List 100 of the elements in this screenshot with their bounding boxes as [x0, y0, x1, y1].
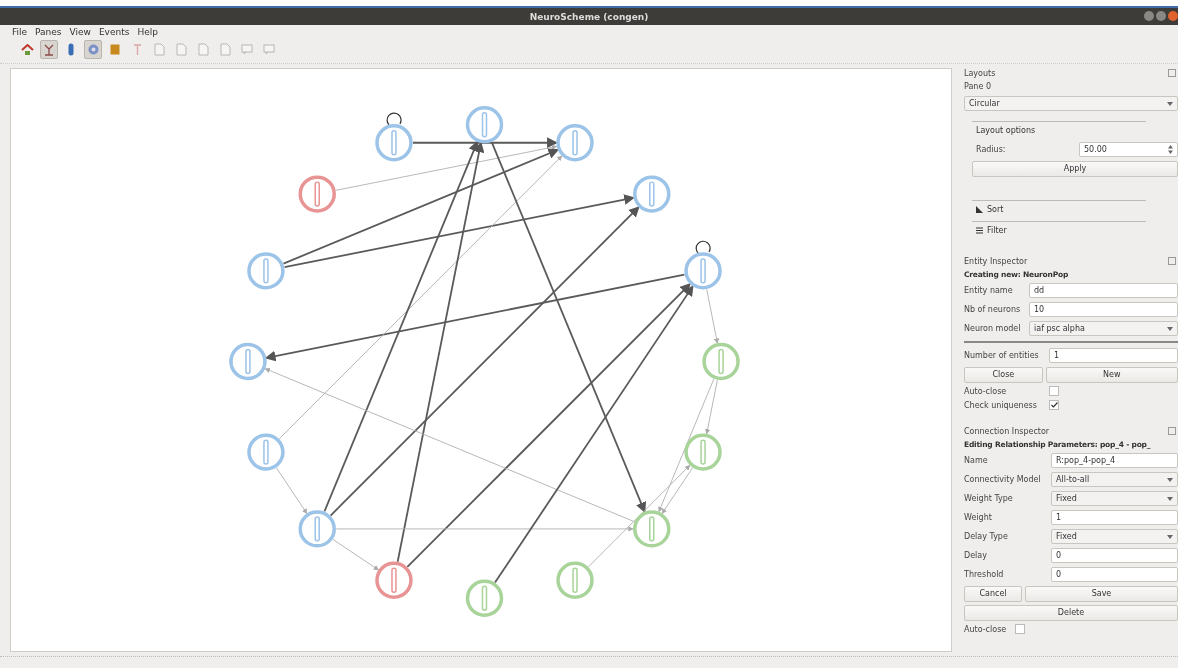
menu-item[interactable]: File — [12, 27, 28, 37]
square-icon — [110, 44, 120, 55]
field-label: Number of entities — [964, 351, 1040, 360]
neuron-node[interactable] — [465, 579, 504, 617]
neuron-node[interactable] — [684, 240, 722, 290]
panel-title: Entity Inspector — [964, 256, 1028, 266]
dropdown-value: All-to-all — [1056, 475, 1090, 484]
field-label: Connectivity Model — [964, 475, 1042, 484]
checkbox[interactable] — [1049, 386, 1059, 396]
menu-item[interactable]: View — [69, 27, 91, 37]
field-label: Nb of neurons — [964, 305, 1022, 314]
pin-icon — [132, 43, 142, 56]
neuron-node[interactable] — [633, 175, 671, 213]
neuron-node[interactable] — [556, 124, 594, 162]
neuron-node[interactable] — [229, 342, 267, 381]
neuron-node[interactable] — [702, 342, 740, 381]
checkbox-label: Auto-close — [964, 624, 1008, 634]
checkbox-label: Auto-close — [964, 386, 1008, 396]
spin-box[interactable]: 50.00 — [1079, 142, 1178, 157]
float-button[interactable] — [1168, 69, 1176, 77]
checkbox[interactable] — [1015, 624, 1025, 634]
panel-title: Connection Inspector — [964, 426, 1050, 436]
spin-box-value: 50.00 — [1084, 145, 1107, 154]
home-icon — [20, 43, 34, 56]
field-label: Threshold — [964, 570, 1005, 579]
float-button[interactable] — [1168, 427, 1176, 435]
check-icon — [1050, 402, 1058, 408]
delete-button[interactable]: Delete — [964, 604, 1178, 621]
page-icon — [153, 43, 165, 56]
close-button[interactable] — [1168, 11, 1178, 21]
field-label: Entity name — [964, 286, 1014, 295]
toolbar-button[interactable] — [84, 40, 102, 59]
input-field[interactable]: 0 — [1051, 548, 1178, 563]
field-label: Delay — [964, 551, 988, 560]
dropdown-value: iaf psc alpha — [1034, 324, 1085, 333]
window-title: NeuroScheme (congen) — [529, 11, 649, 22]
new-button[interactable]: New — [1045, 366, 1178, 383]
page-icon — [175, 43, 187, 56]
branch-icon — [43, 43, 55, 56]
apply-button[interactable]: Apply — [972, 160, 1178, 177]
dropdown[interactable]: Fixed — [1051, 529, 1178, 544]
neuron-node[interactable] — [298, 510, 336, 548]
menu-item[interactable]: Events — [98, 27, 130, 37]
caret-icon — [1167, 477, 1173, 482]
dropdown[interactable]: All-to-all — [1051, 472, 1178, 487]
tab[interactable]: Layout options — [972, 121, 1146, 138]
menu-item[interactable]: Help — [137, 27, 158, 37]
neuron-node[interactable] — [375, 561, 413, 599]
dropdown[interactable]: Fixed — [1051, 491, 1178, 506]
gear-icon — [86, 43, 100, 56]
checkbox[interactable] — [1049, 400, 1059, 410]
dropdown-value: Circular — [969, 99, 1000, 108]
close-button[interactable]: Close — [964, 366, 1043, 383]
page-icon — [197, 43, 209, 56]
spinner-arrows-icon — [1168, 145, 1173, 154]
neuron-node[interactable] — [375, 112, 413, 162]
neuron-node[interactable] — [247, 252, 285, 290]
field-label: Weight — [964, 513, 993, 522]
dropdown[interactable]: iaf psc alpha — [1029, 321, 1178, 336]
float-button[interactable] — [1168, 257, 1176, 265]
input-field[interactable]: 1 — [1051, 510, 1178, 525]
collapsible-section[interactable]: Filter — [972, 221, 1146, 238]
minimize-button[interactable] — [1144, 11, 1154, 21]
field-label: Radius: — [975, 145, 1007, 154]
capsule-icon — [68, 43, 74, 56]
cancel-button[interactable]: Cancel — [964, 585, 1022, 602]
dropdown-value: Fixed — [1056, 532, 1077, 541]
panel-title: Layouts — [964, 68, 996, 78]
toolbar-button[interactable] — [40, 40, 58, 59]
save-button[interactable]: Save — [1024, 585, 1178, 602]
neuron-node[interactable] — [556, 561, 594, 599]
caret-icon — [1167, 326, 1173, 331]
chat-icon — [263, 44, 275, 55]
neuron-node[interactable] — [633, 510, 671, 548]
caret-icon — [1167, 534, 1173, 539]
field-label: Delay Type — [964, 532, 1009, 541]
field-label: Neuron model — [964, 324, 1022, 333]
collapsible-section[interactable]: Sort — [972, 200, 1146, 217]
checkbox-label: Check uniqueness — [964, 400, 1038, 410]
input-field[interactable]: dd — [1029, 283, 1178, 298]
page-icon — [219, 43, 231, 56]
menu-item[interactable]: Panes — [35, 27, 62, 37]
pane-label: Pane 0 — [964, 81, 992, 93]
input-field[interactable]: 0 — [1051, 567, 1178, 582]
input-field[interactable]: R:pop_4-pop_4 — [1051, 453, 1178, 468]
field-label: Name — [964, 456, 989, 465]
input-field[interactable]: 1 — [1049, 348, 1178, 363]
caret-icon — [1167, 496, 1173, 501]
neuron-node[interactable] — [298, 175, 336, 213]
dropdown-value: Fixed — [1056, 494, 1077, 503]
triangle-icon — [976, 205, 983, 213]
neuron-node[interactable] — [684, 433, 722, 471]
caret-icon — [1167, 101, 1173, 106]
maximize-button[interactable] — [1156, 11, 1166, 21]
field-label: Weight Type — [964, 494, 1014, 503]
input-field[interactable]: 10 — [1029, 302, 1178, 317]
neuron-node[interactable] — [465, 106, 504, 144]
neuron-node[interactable] — [247, 433, 285, 471]
dropdown[interactable]: Circular — [964, 96, 1178, 111]
filter-icon — [976, 226, 983, 234]
